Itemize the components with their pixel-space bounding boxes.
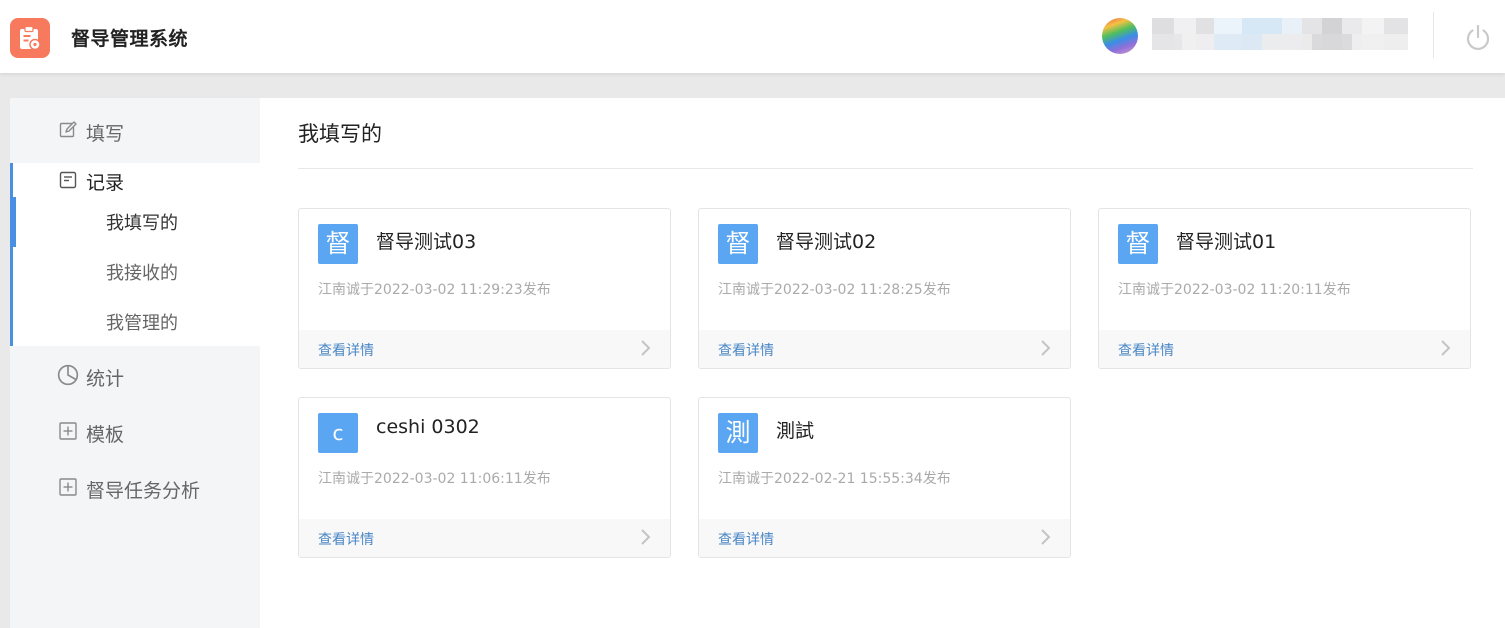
page-title: 我填写的 — [298, 122, 382, 146]
sidebar-subitem-label: 我接收的 — [106, 263, 178, 284]
plus-square-icon — [59, 478, 77, 496]
document-icon — [59, 171, 77, 189]
record-card[interactable]: 測 測試 江南诚于2022-02-21 15:55:34发布 查看详情 — [698, 397, 1071, 558]
sidebar-subitem-my-managed[interactable]: 我管理的 — [10, 297, 260, 347]
app-logo[interactable] — [10, 18, 50, 58]
chevron-right-icon — [641, 529, 651, 545]
sidebar-subitem-my-filled[interactable]: 我填写的 — [10, 197, 260, 247]
card-footer[interactable]: 查看详情 — [299, 330, 670, 368]
card-title[interactable]: 測試 — [776, 416, 814, 443]
card-footer[interactable]: 查看详情 — [1099, 330, 1470, 368]
sidebar-item-task-analysis[interactable]: 督导任务分析 — [10, 463, 260, 513]
card-footer[interactable]: 查看详情 — [699, 519, 1070, 557]
card-meta: 江南诚于2022-03-02 11:06:11发布 — [318, 471, 551, 487]
record-card[interactable]: 督 督导测试02 江南诚于2022-03-02 11:28:25发布 查看详情 — [698, 208, 1071, 369]
record-card[interactable]: 督 督导测试03 江南诚于2022-03-02 11:29:23发布 查看详情 — [298, 208, 671, 369]
sidebar-subitem-label: 我管理的 — [106, 313, 178, 334]
sidebar-item-statistics[interactable]: 统计 — [10, 351, 260, 401]
user-avatar[interactable] — [1102, 18, 1138, 54]
card-footer[interactable]: 查看详情 — [299, 519, 670, 557]
sidebar-item-records[interactable]: 记录 — [86, 168, 124, 195]
app-title: 督导管理系统 — [71, 28, 189, 50]
top-header: 督导管理系统 — [0, 0, 1505, 73]
sidebar-item-label: 督导任务分析 — [86, 480, 201, 502]
view-details-link[interactable]: 查看详情 — [718, 340, 774, 360]
view-details-link[interactable]: 查看详情 — [718, 529, 774, 549]
sidebar-subitem-label: 我填写的 — [106, 213, 178, 234]
view-details-link[interactable]: 查看详情 — [318, 340, 374, 360]
user-info-redacted — [1152, 34, 1408, 50]
chevron-right-icon — [1041, 529, 1051, 545]
sidebar-item-fill[interactable]: 填写 — [10, 106, 260, 156]
sidebar-item-label: 模板 — [86, 424, 125, 446]
pie-chart-icon — [57, 364, 79, 386]
card-title[interactable]: 督导测试03 — [376, 227, 476, 254]
card-title[interactable]: ceshi 0302 — [376, 416, 480, 438]
main-content: 我填写的 督 督导测试03 江南诚于2022-03-02 11:29:23发布 … — [260, 98, 1505, 628]
view-details-link[interactable]: 查看详情 — [318, 529, 374, 549]
record-card[interactable]: 督 督导测试01 江南诚于2022-03-02 11:20:11发布 查看详情 — [1098, 208, 1471, 369]
view-details-link[interactable]: 查看详情 — [1118, 340, 1174, 360]
card-title[interactable]: 督导测试01 — [1176, 227, 1276, 254]
card-meta: 江南诚于2022-02-21 15:55:34发布 — [718, 471, 951, 487]
card-footer[interactable]: 查看详情 — [699, 330, 1070, 368]
chevron-right-icon — [1441, 340, 1451, 356]
sidebar-item-templates[interactable]: 模板 — [10, 407, 260, 457]
title-divider — [298, 168, 1473, 169]
card-badge: 督 — [718, 224, 758, 264]
power-icon — [1466, 24, 1490, 50]
card-badge: c — [318, 413, 358, 453]
chevron-right-icon — [641, 340, 651, 356]
record-card[interactable]: c ceshi 0302 江南诚于2022-03-02 11:06:11发布 查… — [298, 397, 671, 558]
sidebar: 填写 记录 我填写的 我接收的 我管理的 统计 模板 督导任务分析 — [10, 98, 260, 628]
sidebar-item-label: 填写 — [86, 123, 125, 145]
header-divider — [1433, 12, 1434, 58]
chevron-right-icon — [1041, 340, 1051, 356]
card-meta: 江南诚于2022-03-02 11:20:11发布 — [1118, 282, 1351, 298]
clipboard-icon — [20, 25, 41, 51]
card-badge: 督 — [318, 224, 358, 264]
card-meta: 江南诚于2022-03-02 11:28:25发布 — [718, 282, 951, 298]
card-meta: 江南诚于2022-03-02 11:29:23发布 — [318, 282, 551, 298]
card-badge: 督 — [1118, 224, 1158, 264]
plus-square-icon — [59, 422, 77, 440]
sidebar-item-label: 统计 — [86, 368, 125, 390]
sidebar-subitem-my-received[interactable]: 我接收的 — [10, 247, 260, 297]
card-title[interactable]: 督导测试02 — [776, 227, 876, 254]
logout-button[interactable] — [1463, 22, 1493, 52]
edit-icon — [59, 121, 77, 138]
card-badge: 測 — [718, 413, 758, 453]
sidebar-group-records: 记录 我填写的 我接收的 我管理的 — [10, 163, 260, 346]
